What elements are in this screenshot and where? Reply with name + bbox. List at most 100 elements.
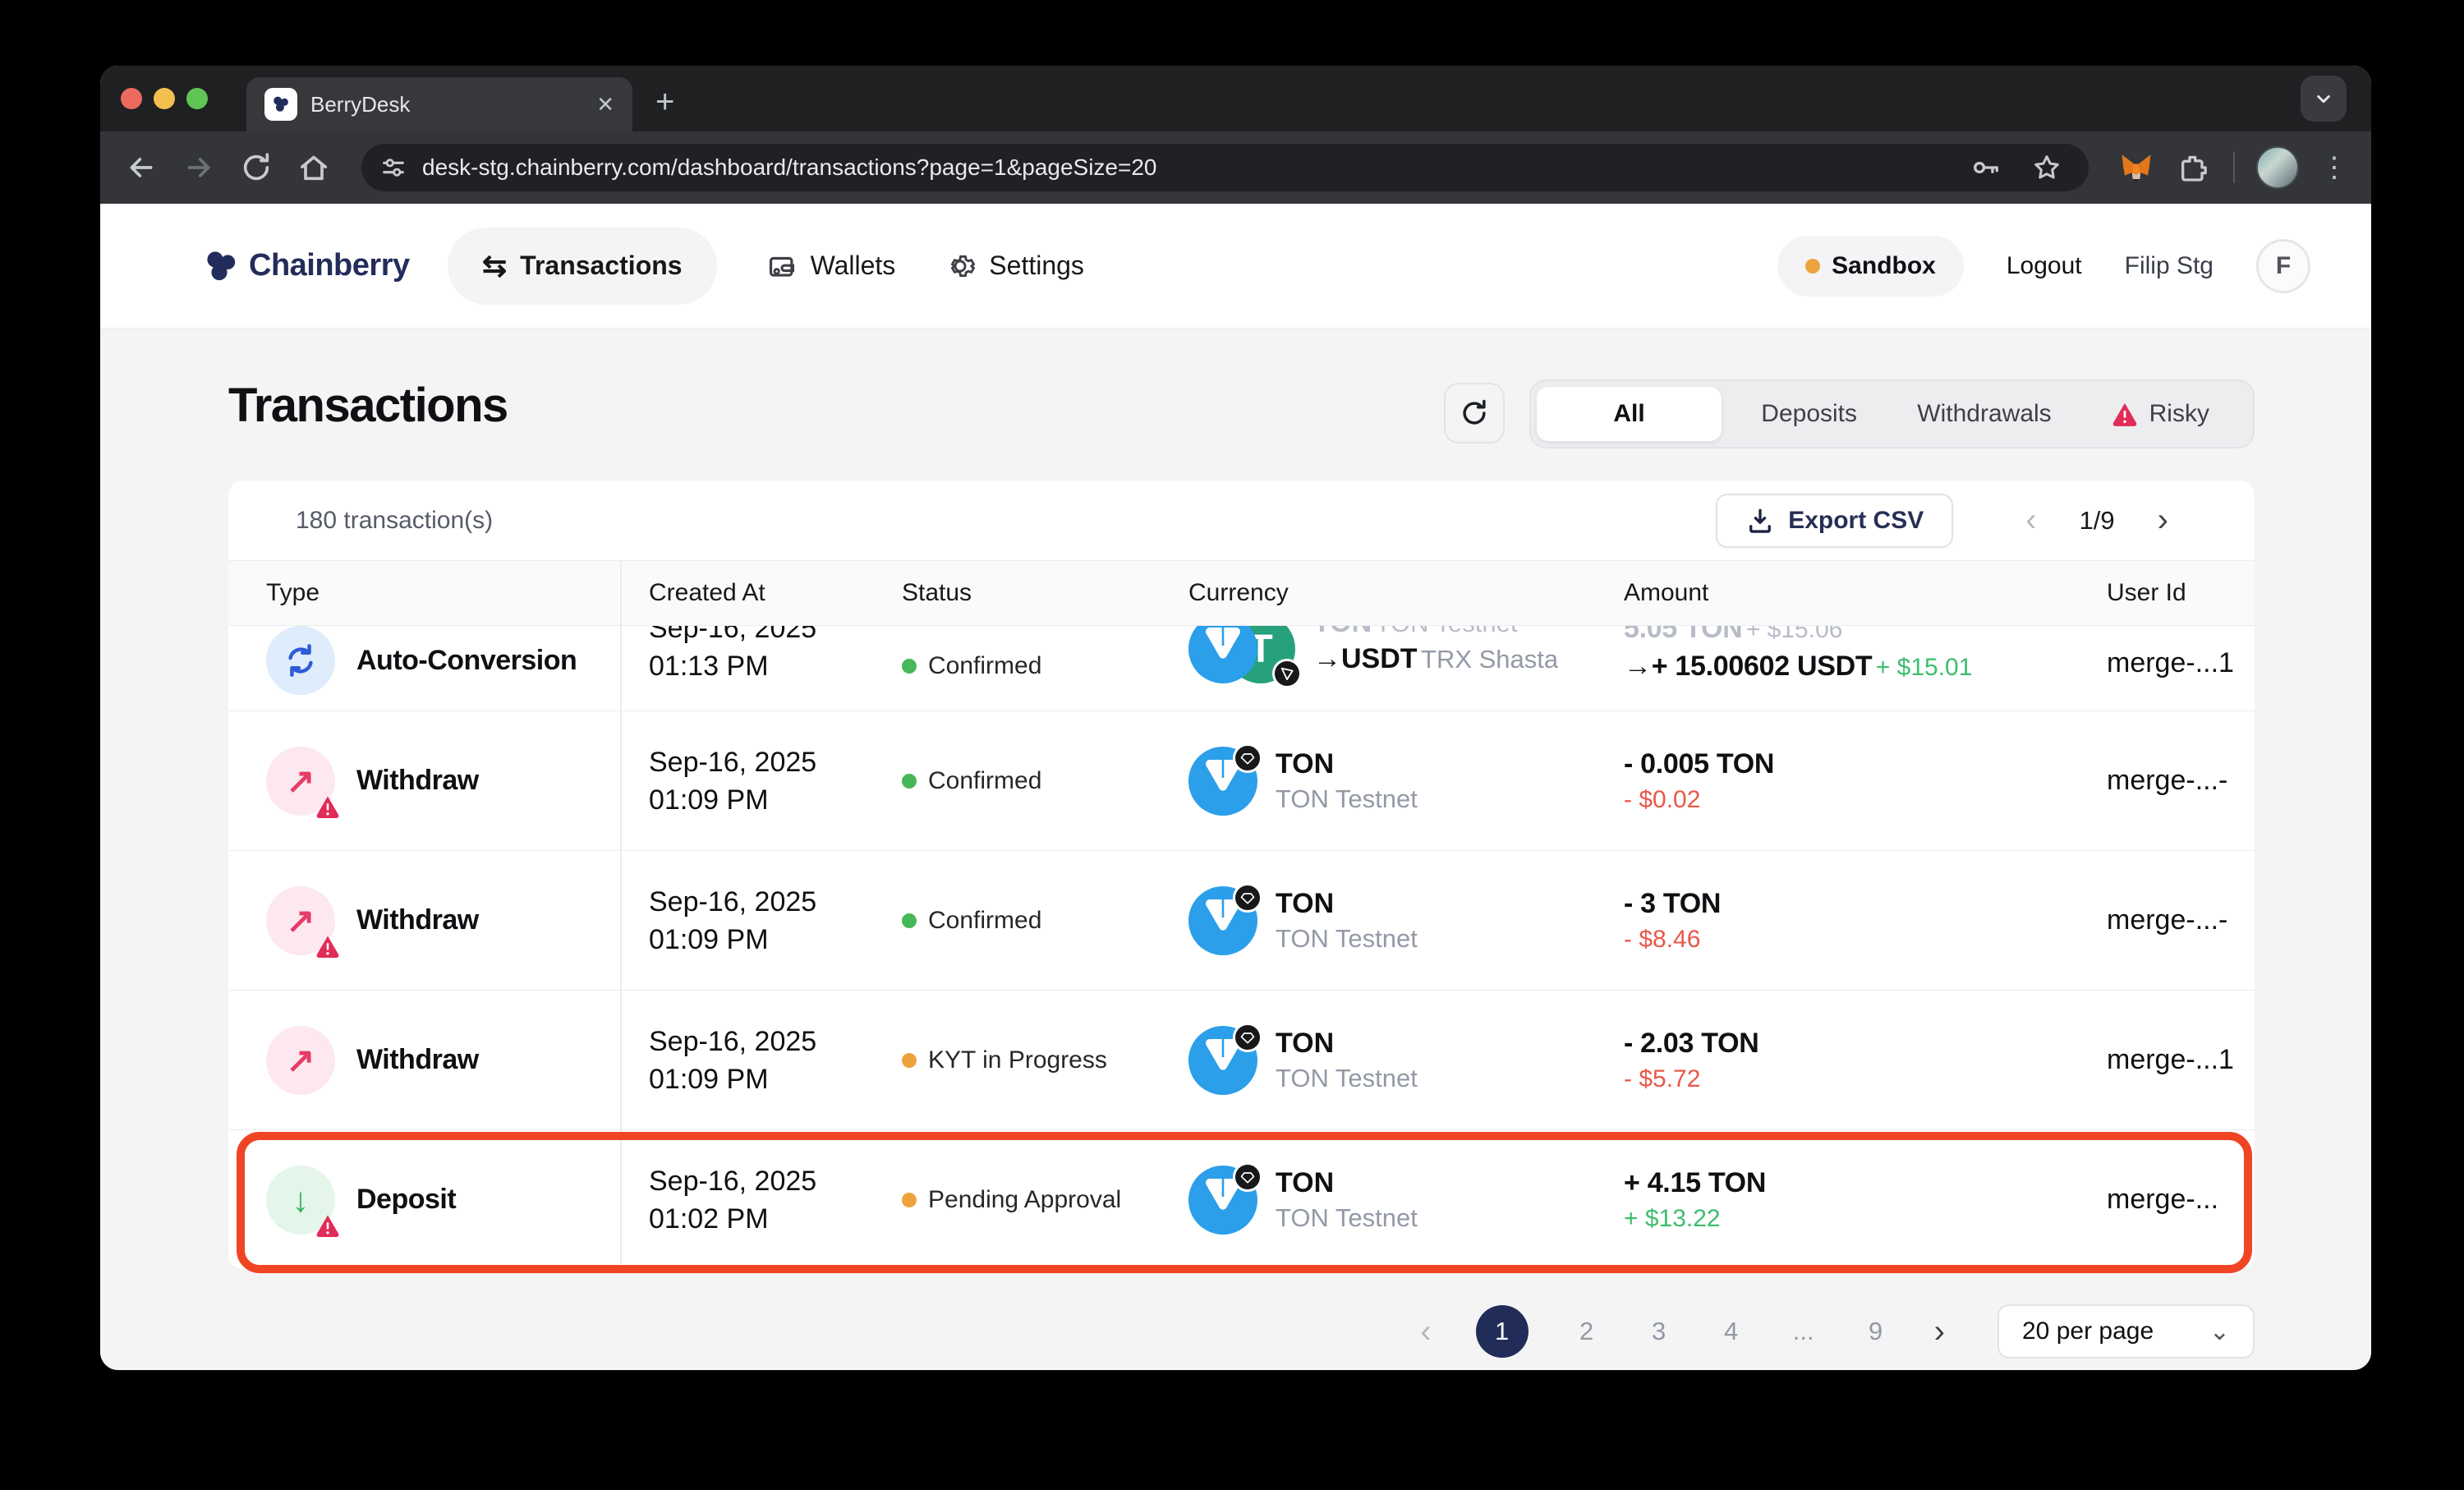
auto-conversion-icon: [266, 626, 335, 695]
row-user-id: merge-...: [2078, 1184, 2255, 1216]
table-header: Type Created At Status Currency Amount U…: [228, 560, 2255, 626]
site-settings-icon[interactable]: [379, 154, 407, 182]
row-status: Pending Approval: [928, 1186, 1121, 1214]
pager-next-icon[interactable]: ›: [2158, 502, 2168, 539]
window-minimize-button[interactable]: [154, 88, 175, 109]
tab-all[interactable]: All: [1537, 387, 1722, 441]
reload-icon[interactable]: [238, 149, 274, 186]
column-divider: [620, 560, 622, 1269]
status-dot-icon: [902, 913, 917, 928]
berrydesk-favicon-icon: [264, 88, 297, 121]
tab-deposits-label: Deposits: [1761, 400, 1857, 428]
browser-toolbar: desk-stg.chainberry.com/dashboard/transa…: [100, 131, 2371, 204]
bottom-pagination: ‹ 1 2 3 4 ... 9 › 20 per page ⌄: [228, 1304, 2255, 1359]
row-network: TON Testnet: [1276, 782, 1418, 816]
filter-tabs: All Deposits Withdrawals Risky: [1529, 379, 2255, 448]
row-from-symbol: TON: [1313, 626, 1372, 638]
tab-search-button[interactable]: [2301, 76, 2347, 122]
page-button-2[interactable]: 2: [1573, 1317, 1601, 1346]
row-type-label: Withdraw: [356, 904, 479, 936]
page-button-3[interactable]: 3: [1645, 1317, 1673, 1346]
row-date: Sep-16, 2025: [649, 743, 873, 781]
row-symbol: TON: [1276, 885, 1418, 922]
table-row[interactable]: ↗ Withdraw Sep-16, 202501:09 PM Confirme…: [228, 711, 2255, 850]
browser-menu-icon[interactable]: ⋮: [2320, 151, 2348, 184]
row-date: Sep-16, 2025: [649, 1162, 873, 1200]
forward-icon[interactable]: [181, 149, 217, 186]
user-avatar[interactable]: F: [2256, 239, 2310, 293]
new-tab-button[interactable]: +: [655, 85, 674, 118]
logout-button[interactable]: Logout: [2007, 252, 2082, 280]
pagination-prev-icon[interactable]: ‹: [1420, 1313, 1431, 1350]
withdraw-icon: ↗: [266, 747, 335, 816]
table-row[interactable]: ↗ Withdraw Sep-16, 202501:09 PM Confirme…: [228, 850, 2255, 990]
col-currency: Currency: [1160, 579, 1595, 607]
home-icon[interactable]: [296, 149, 332, 186]
url-text[interactable]: desk-stg.chainberry.com/dashboard/transa…: [422, 154, 1956, 181]
table-row[interactable]: ↗ Withdraw Sep-16, 202501:09 PM KYT in P…: [228, 990, 2255, 1129]
url-bar[interactable]: desk-stg.chainberry.com/dashboard/transa…: [361, 144, 2089, 191]
extensions-puzzle-icon[interactable]: [2176, 149, 2212, 186]
row-to-network: TRX Shasta: [1421, 645, 1558, 674]
nav-item-transactions[interactable]: ⇆ Transactions: [448, 228, 717, 305]
pager-prev-icon[interactable]: ‹: [2025, 502, 2036, 539]
row-type-label: Auto-Conversion: [356, 645, 577, 677]
row-usd: - $0.02: [1624, 783, 2078, 817]
row-status: Confirmed: [928, 652, 1041, 680]
row-time: 01:09 PM: [649, 921, 873, 959]
status-dot-icon: [902, 1193, 917, 1207]
metamask-extension-icon[interactable]: [2118, 149, 2154, 186]
col-user-id: User Id: [2078, 579, 2255, 607]
nav-item-wallets[interactable]: Wallets: [766, 251, 896, 282]
row-type-label: Deposit: [356, 1184, 456, 1216]
password-key-icon[interactable]: [1970, 152, 2002, 183]
browser-tab[interactable]: BerryDesk ✕: [246, 77, 632, 131]
page-size-select[interactable]: 20 per page ⌄: [1997, 1304, 2255, 1359]
back-icon[interactable]: [123, 149, 159, 186]
window-zoom-button[interactable]: [186, 88, 208, 109]
tab-deposits[interactable]: Deposits: [1722, 387, 1896, 441]
page-button-9[interactable]: 9: [1862, 1317, 1890, 1346]
card-toolbar: 180 transaction(s) Export CSV ‹ 1/9 ›: [228, 481, 2255, 560]
tron-network-badge-icon: [1272, 659, 1302, 688]
page-button-1[interactable]: 1: [1476, 1305, 1529, 1358]
tab-risky[interactable]: Risky: [2072, 387, 2247, 441]
refresh-button[interactable]: [1444, 383, 1505, 444]
chainberry-logo[interactable]: Chainberry: [201, 246, 410, 286]
bookmark-star-icon[interactable]: [2031, 152, 2062, 183]
conversion-arrow-icon: →: [1624, 651, 1652, 682]
refresh-icon: [1459, 398, 1490, 429]
col-amount: Amount: [1595, 579, 2078, 607]
row-amount: - 2.03 TON: [1624, 1024, 2078, 1062]
nav-item-settings[interactable]: Settings: [945, 251, 1084, 282]
tab-withdrawals[interactable]: Withdrawals: [1896, 387, 2071, 441]
table-row[interactable]: Auto-Conversion Sep-16, 2025 01:13 PM Co…: [228, 626, 2255, 711]
table-row[interactable]: ↓ Deposit Sep-16, 202501:02 PM Pending A…: [228, 1129, 2255, 1269]
risk-warning-badge-icon: [314, 1212, 342, 1239]
app-header: Chainberry ⇆ Transactions Wallets: [100, 204, 2371, 329]
withdraw-icon: ↗: [266, 1026, 335, 1095]
page-button-4[interactable]: 4: [1717, 1317, 1745, 1346]
main-nav: ⇆ Transactions Wallets Settings: [448, 228, 1084, 305]
row-user-id: merge-...1: [2078, 647, 2255, 679]
tab-title: BerryDesk: [310, 92, 583, 117]
environment-label: Sandbox: [1832, 252, 1936, 280]
row-user-id: merge-...-: [2078, 765, 2255, 797]
tab-close-icon[interactable]: ✕: [596, 92, 614, 117]
row-from-usd: + $15.06: [1746, 626, 1843, 643]
export-csv-button[interactable]: Export CSV: [1716, 494, 1953, 548]
row-status: KYT in Progress: [928, 1046, 1107, 1074]
chevron-down-icon: ⌄: [2209, 1318, 2230, 1346]
nav-label-wallets: Wallets: [811, 251, 896, 281]
browser-profile-avatar[interactable]: [2256, 146, 2299, 189]
window-close-button[interactable]: [121, 88, 142, 109]
download-icon: [1745, 506, 1775, 536]
toolbar-separator: [2233, 152, 2235, 183]
transactions-arrows-icon: ⇆: [482, 249, 507, 283]
pagination-next-icon[interactable]: ›: [1934, 1313, 1945, 1350]
row-user-id: merge-...1: [2078, 1044, 2255, 1076]
row-network: TON Testnet: [1276, 922, 1418, 956]
row-date: Sep-16, 2025: [649, 626, 873, 647]
conversion-arrow-icon: →: [1313, 643, 1341, 674]
row-amount: + 4.15 TON: [1624, 1164, 2078, 1202]
